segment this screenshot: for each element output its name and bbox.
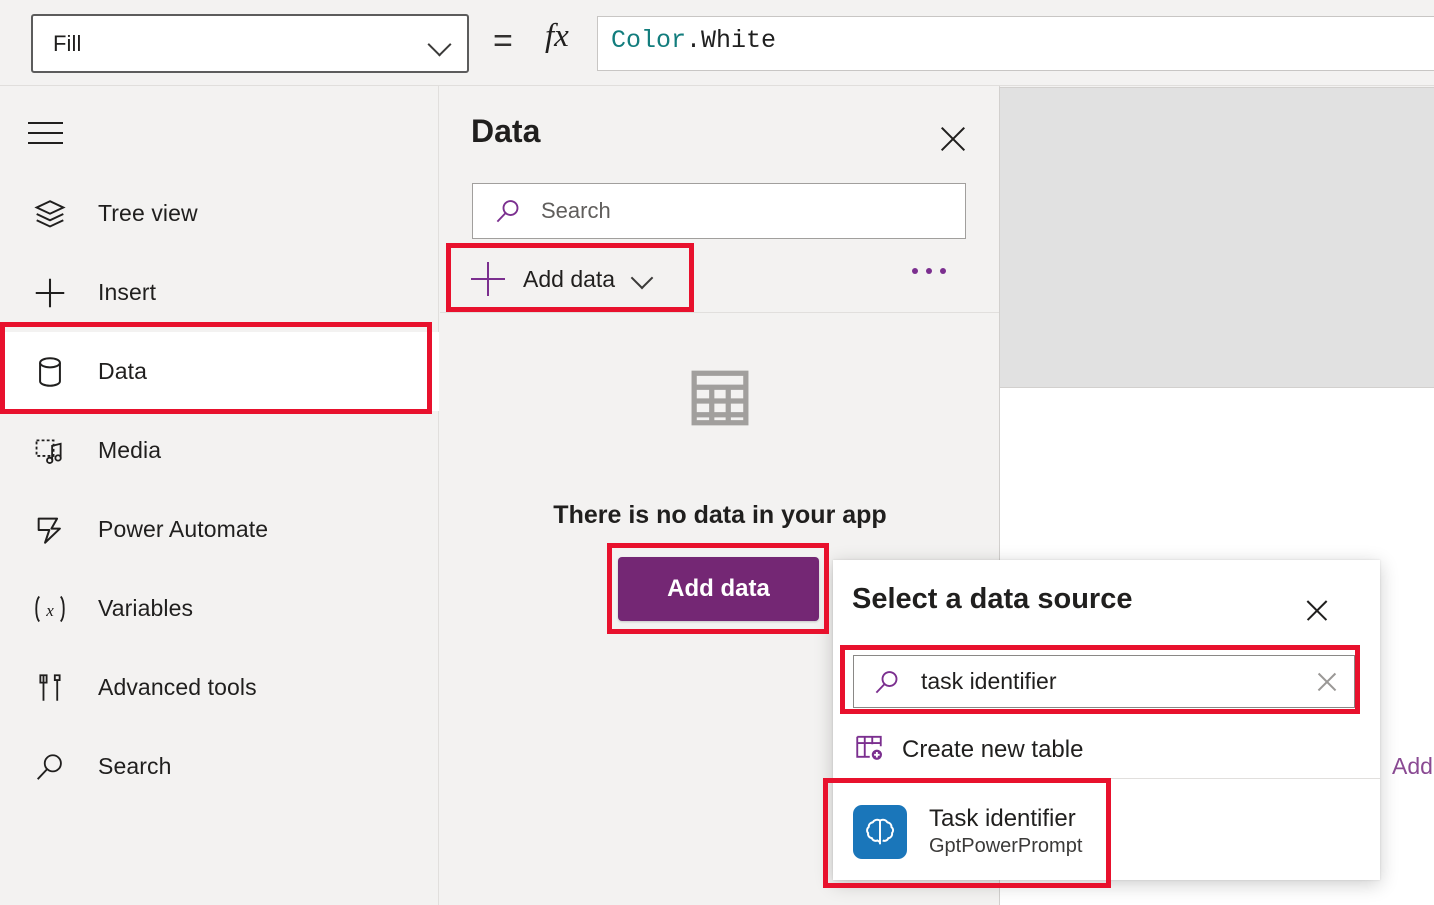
canvas-add-link[interactable]: Add — [1392, 753, 1433, 780]
sidebar-item-advanced-tools[interactable]: Advanced tools — [0, 648, 439, 727]
formula-text: Color.White — [611, 26, 776, 55]
close-icon[interactable] — [932, 118, 974, 160]
sidebar-item-label: Power Automate — [98, 516, 268, 543]
sidebar-item-power-automate[interactable]: Power Automate — [0, 490, 439, 569]
close-glyph — [932, 118, 974, 160]
formula-namespace-token: Color — [611, 26, 686, 55]
sidebar-item-label: Search — [98, 753, 171, 780]
empty-state-title: There is no data in your app — [440, 501, 1000, 530]
hamburger-line — [28, 142, 63, 144]
add-data-command-label: Add data — [523, 266, 615, 293]
data-source-result-title: Task identifier — [929, 805, 1076, 832]
ellipsis-dot — [912, 268, 918, 274]
divider — [440, 312, 1000, 313]
chevron-down-icon — [631, 267, 655, 291]
hamburger-icon[interactable] — [28, 113, 76, 153]
formula-input[interactable]: Color.White — [597, 16, 1434, 71]
close-glyph — [1299, 593, 1335, 629]
add-table-icon — [853, 733, 885, 768]
ellipsis-dot — [940, 268, 946, 274]
plus-icon — [471, 262, 505, 296]
dialog-close-icon[interactable] — [1299, 593, 1335, 629]
search-icon — [26, 745, 74, 789]
canvas-header-area — [1000, 87, 1434, 387]
hamburger-line — [28, 132, 63, 134]
variable-x-icon: x — [26, 587, 74, 631]
data-source-result-text: Task identifier GptPowerPrompt — [929, 805, 1082, 859]
ai-brain-icon — [853, 805, 907, 859]
data-pane-command-bar: Add data — [448, 243, 1000, 313]
add-data-command[interactable]: Add data — [461, 253, 665, 305]
dialog-search-input[interactable]: task identifier — [853, 655, 1355, 708]
formula-member-token: White — [701, 26, 776, 55]
more-commands-button[interactable] — [912, 268, 946, 274]
search-input[interactable]: Search — [472, 183, 966, 239]
select-data-source-dialog: Select a data source task identifier — [833, 560, 1380, 880]
add-data-button[interactable]: Add data — [618, 557, 819, 621]
tools-icon — [26, 666, 74, 710]
sidebar-item-insert[interactable]: Insert — [0, 253, 439, 332]
sidebar-item-label: Tree view — [98, 200, 198, 227]
page-title: Data — [471, 113, 540, 150]
formula-toolbar: Fill = fx Color.White — [0, 0, 1434, 86]
dialog-search-value: task identifier — [921, 668, 1310, 695]
sidebar-item-label: Insert — [98, 279, 156, 306]
sidebar-item-label: Advanced tools — [98, 674, 257, 701]
sidebar-item-label: Media — [98, 437, 161, 464]
sidebar-item-search[interactable]: Search — [0, 727, 439, 806]
divider — [833, 778, 1380, 779]
sidebar-item-variables[interactable]: x Variables — [0, 569, 439, 648]
search-icon — [872, 667, 902, 697]
plus-icon — [26, 271, 74, 315]
power-automate-icon — [26, 508, 74, 552]
data-source-result-subtitle: GptPowerPrompt — [929, 835, 1082, 857]
sidebar-item-data[interactable]: Data — [0, 332, 439, 411]
hamburger-line — [28, 122, 63, 124]
property-selector[interactable]: Fill — [31, 14, 469, 73]
clear-icon[interactable] — [1310, 665, 1344, 699]
property-selector-label: Fill — [53, 31, 427, 57]
search-icon — [493, 196, 523, 226]
sidebar-item-media[interactable]: Media — [0, 411, 439, 490]
left-rail: Tree view Insert Data — [0, 86, 439, 905]
formula-dot-token: . — [686, 26, 701, 55]
empty-state: There is no data in your app — [440, 340, 1000, 530]
search-placeholder: Search — [541, 198, 611, 224]
svg-text:x: x — [45, 601, 54, 620]
database-icon — [26, 350, 74, 394]
create-new-table-item[interactable]: Create new table — [853, 725, 1358, 775]
create-new-table-label: Create new table — [902, 736, 1083, 764]
sidebar-item-tree-view[interactable]: Tree view — [0, 174, 439, 253]
ellipsis-dot — [926, 268, 932, 274]
equals-sign: = — [493, 22, 513, 61]
sidebar-item-label: Data — [98, 358, 147, 385]
media-icon — [26, 429, 74, 473]
chevron-down-icon — [427, 31, 453, 57]
data-source-result-item[interactable]: Task identifier GptPowerPrompt — [853, 792, 1358, 872]
layers-icon — [26, 192, 74, 236]
dialog-title: Select a data source — [852, 583, 1132, 616]
rail-item-list: Tree view Insert Data — [0, 174, 439, 806]
fx-icon: fx — [545, 18, 569, 55]
sidebar-item-label: Variables — [98, 595, 193, 622]
app-root: Fill = fx Color.White — [0, 0, 1434, 905]
table-icon — [686, 365, 754, 431]
